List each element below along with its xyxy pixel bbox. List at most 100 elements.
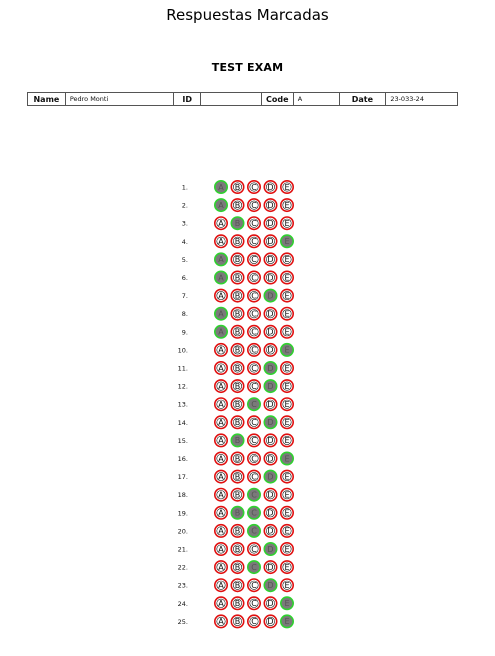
- bubble-letter: D: [267, 255, 273, 264]
- bubble-letter: D: [267, 364, 273, 373]
- answer-bubble-c: C: [247, 306, 262, 321]
- answer-bubble-a: A: [214, 379, 229, 394]
- answer-bubble-e: E: [279, 252, 294, 267]
- bubble-letter: D: [267, 273, 273, 282]
- bubble-letter: B: [235, 509, 241, 518]
- bubble-letter: D: [267, 291, 273, 300]
- answer-bubble-c: C: [247, 324, 262, 339]
- bubble-letter: E: [284, 201, 289, 210]
- bubble-letter: A: [218, 291, 224, 300]
- answer-bubble-c: C: [247, 379, 262, 394]
- bubble-letter: A: [218, 509, 224, 518]
- answer-bubble-e: E: [279, 433, 294, 448]
- question-row: 25. A B C D E: [178, 614, 294, 629]
- bubble-letter: E: [284, 581, 289, 590]
- bubble-letter: B: [235, 617, 241, 626]
- bubble-letter: E: [284, 527, 289, 536]
- bubble-letter: E: [284, 418, 289, 427]
- answer-bubble-e: E: [279, 505, 294, 520]
- bubble-letter: A: [218, 346, 224, 355]
- answer-bubble-a: A: [214, 596, 229, 611]
- question-number: 11.: [178, 365, 188, 373]
- bubble-letter: E: [284, 454, 289, 463]
- answer-bubble-b: B: [230, 451, 245, 466]
- answer-bubble-b: B: [230, 252, 245, 267]
- question-row: 21. A B C D E: [178, 541, 294, 556]
- bubble-letter: D: [267, 527, 273, 536]
- bubble-letter: C: [251, 599, 257, 608]
- question-row: 8. A B C D E: [182, 306, 294, 321]
- question-number: 1.: [182, 184, 188, 192]
- answer-bubble-d: D: [263, 270, 278, 285]
- bubble-letter: E: [284, 310, 289, 319]
- bubble-letter: C: [251, 346, 257, 355]
- bubble-letter: E: [284, 382, 289, 391]
- question-number: 24.: [178, 600, 188, 608]
- bubble-letter: E: [284, 617, 289, 626]
- answer-bubble-d: D: [263, 523, 278, 538]
- answer-bubble-a: A: [214, 523, 229, 538]
- question-number: 25.: [178, 618, 188, 626]
- bubble-letter: E: [284, 545, 289, 554]
- bubble-letter: D: [267, 581, 273, 590]
- answer-bubble-b: B: [230, 342, 245, 357]
- question-number: 15.: [178, 437, 188, 445]
- bubble-letter: C: [251, 436, 257, 445]
- answer-bubble-d: D: [263, 596, 278, 611]
- bubble-letter: A: [218, 201, 224, 210]
- answer-bubble-a: A: [214, 541, 229, 556]
- answer-bubble-sheet: 1. A B C D E 2. A B C D E 3. A B C D E 4. A B C D E 5. A B C D E 6. A B C…: [178, 180, 294, 629]
- bubble-letter: A: [218, 599, 224, 608]
- question-row: 3. A B C D E: [182, 216, 294, 231]
- bubble-letter: B: [235, 436, 241, 445]
- bubble-letter: A: [218, 527, 224, 536]
- answer-bubble-c: C: [247, 451, 262, 466]
- answer-bubble-c: C: [247, 541, 262, 556]
- answer-bubble-b: B: [230, 523, 245, 538]
- bubble-letter: C: [251, 454, 257, 463]
- bubble-letter: A: [218, 436, 224, 445]
- answer-bubble-b: B: [230, 234, 245, 249]
- answer-bubble-d: D: [263, 451, 278, 466]
- bubble-letter: A: [218, 382, 224, 391]
- bubble-letter: E: [284, 509, 289, 518]
- bubble-letter: B: [235, 454, 241, 463]
- answer-bubble-a: A: [214, 360, 229, 375]
- answer-bubble-d: D: [263, 433, 278, 448]
- answer-bubble-b: B: [230, 270, 245, 285]
- bubble-letter: A: [218, 364, 224, 373]
- answer-bubble-b: B: [230, 216, 245, 231]
- bubble-letter: A: [218, 545, 224, 554]
- question-row: 20. A B C D E: [178, 523, 294, 538]
- bubble-letter: C: [251, 237, 257, 246]
- answer-bubble-a: A: [214, 505, 229, 520]
- bubble-letter: B: [235, 291, 241, 300]
- answer-bubble-a: A: [214, 252, 229, 267]
- bubble-letter: C: [251, 418, 257, 427]
- question-row: 5. A B C D E: [182, 252, 294, 267]
- answer-bubble-c: C: [247, 596, 262, 611]
- answer-bubble-d: D: [263, 469, 278, 484]
- answer-bubble-b: B: [230, 505, 245, 520]
- bubble-letter: C: [251, 364, 257, 373]
- bubble-letter: E: [284, 183, 289, 192]
- question-number: 16.: [178, 455, 188, 463]
- question-number: 6.: [182, 274, 188, 282]
- answer-bubble-a: A: [214, 324, 229, 339]
- answer-bubble-e: E: [279, 288, 294, 303]
- bubble-letter: A: [218, 581, 224, 590]
- answer-bubble-d: D: [263, 379, 278, 394]
- question-number: 4.: [182, 238, 188, 246]
- bubble-letter: A: [218, 273, 224, 282]
- answer-bubble-a: A: [214, 397, 229, 412]
- bubble-letter: B: [235, 255, 241, 264]
- answer-bubble-c: C: [247, 469, 262, 484]
- question-number: 22.: [178, 564, 188, 572]
- answer-bubble-d: D: [263, 487, 278, 502]
- answer-bubble-c: C: [247, 342, 262, 357]
- question-row: 12. A B C D E: [178, 379, 294, 394]
- answer-bubble-d: D: [263, 198, 278, 213]
- answer-bubble-a: A: [214, 433, 229, 448]
- bubble-letter: D: [267, 599, 273, 608]
- bubble-letter: B: [235, 310, 241, 319]
